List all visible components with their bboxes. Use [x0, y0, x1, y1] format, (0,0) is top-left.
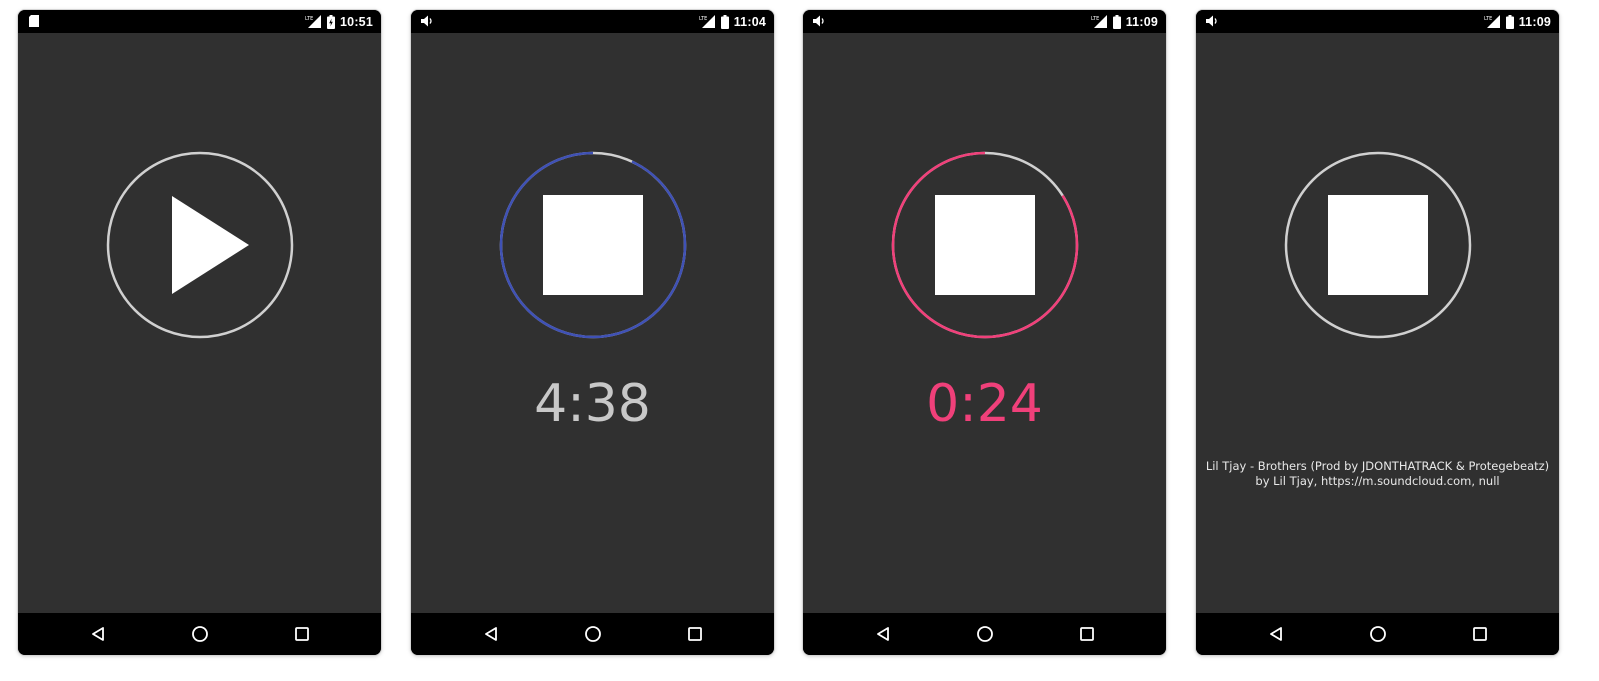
- status-bar: LTE 10:51: [18, 10, 381, 33]
- remaining-time: 0:24: [926, 374, 1043, 434]
- stop-button[interactable]: [499, 151, 687, 339]
- phone-screen-2: LTE 11:04 4:38: [411, 10, 774, 655]
- back-icon[interactable]: [90, 625, 108, 643]
- stop-icon: [1328, 195, 1428, 295]
- navigation-bar: [803, 613, 1166, 655]
- recents-icon[interactable]: [1471, 625, 1489, 643]
- signal-lte-icon: LTE: [699, 15, 715, 28]
- volume-icon: [421, 15, 432, 27]
- remaining-time: 4:38: [534, 374, 651, 434]
- home-icon[interactable]: [191, 625, 209, 643]
- signal-lte-icon: LTE: [305, 15, 322, 28]
- phone-screen-3: LTE 11:09 0:24: [803, 10, 1166, 655]
- sd-card-icon: [29, 15, 39, 27]
- home-icon[interactable]: [1369, 625, 1387, 643]
- home-icon[interactable]: [584, 625, 602, 643]
- svg-text:LTE: LTE: [699, 16, 707, 22]
- phone-screen-4: LTE 11:09 Lil Tjay - Brothers (Prod by J…: [1196, 10, 1559, 655]
- back-icon[interactable]: [483, 625, 501, 643]
- recents-icon[interactable]: [686, 625, 704, 643]
- signal-lte-icon: LTE: [1091, 15, 1107, 28]
- phone-screen-1: LTE 10:51: [18, 10, 381, 655]
- home-icon[interactable]: [976, 625, 994, 643]
- navigation-bar: [1196, 613, 1559, 655]
- status-bar: LTE 11:09: [1196, 10, 1559, 33]
- svg-text:LTE: LTE: [1091, 16, 1099, 22]
- recents-icon[interactable]: [1078, 625, 1096, 643]
- recents-icon[interactable]: [293, 625, 311, 643]
- status-time: 10:51: [340, 14, 373, 29]
- volume-icon: [1206, 15, 1217, 27]
- stop-button[interactable]: [1284, 151, 1472, 339]
- stop-icon: [543, 195, 643, 295]
- track-artist-source: by Lil Tjay, https://m.soundcloud.com, n…: [1255, 474, 1500, 488]
- back-icon[interactable]: [875, 625, 893, 643]
- track-info: Lil Tjay - Brothers (Prod by JDONTHATRAC…: [1202, 459, 1553, 489]
- status-time: 11:09: [1125, 14, 1158, 29]
- track-title: Lil Tjay - Brothers (Prod by JDONTHATRAC…: [1205, 459, 1550, 473]
- play-button[interactable]: [106, 151, 294, 339]
- stop-icon: [935, 195, 1035, 295]
- battery-icon: [720, 14, 729, 29]
- volume-icon: [813, 15, 824, 27]
- back-icon[interactable]: [1268, 625, 1286, 643]
- stop-button[interactable]: [891, 151, 1079, 339]
- navigation-bar: [18, 613, 381, 655]
- svg-text:LTE: LTE: [305, 16, 313, 22]
- battery-charging-icon: [327, 14, 336, 29]
- status-time: 11:09: [1518, 14, 1551, 29]
- svg-text:LTE: LTE: [1484, 16, 1492, 22]
- status-bar: LTE 11:09: [803, 10, 1166, 33]
- battery-icon: [1505, 14, 1514, 29]
- battery-icon: [1112, 14, 1121, 29]
- navigation-bar: [411, 613, 774, 655]
- play-icon: [172, 196, 249, 294]
- signal-lte-icon: LTE: [1484, 15, 1500, 28]
- status-time: 11:04: [733, 14, 766, 29]
- status-bar: LTE 11:04: [411, 10, 774, 33]
